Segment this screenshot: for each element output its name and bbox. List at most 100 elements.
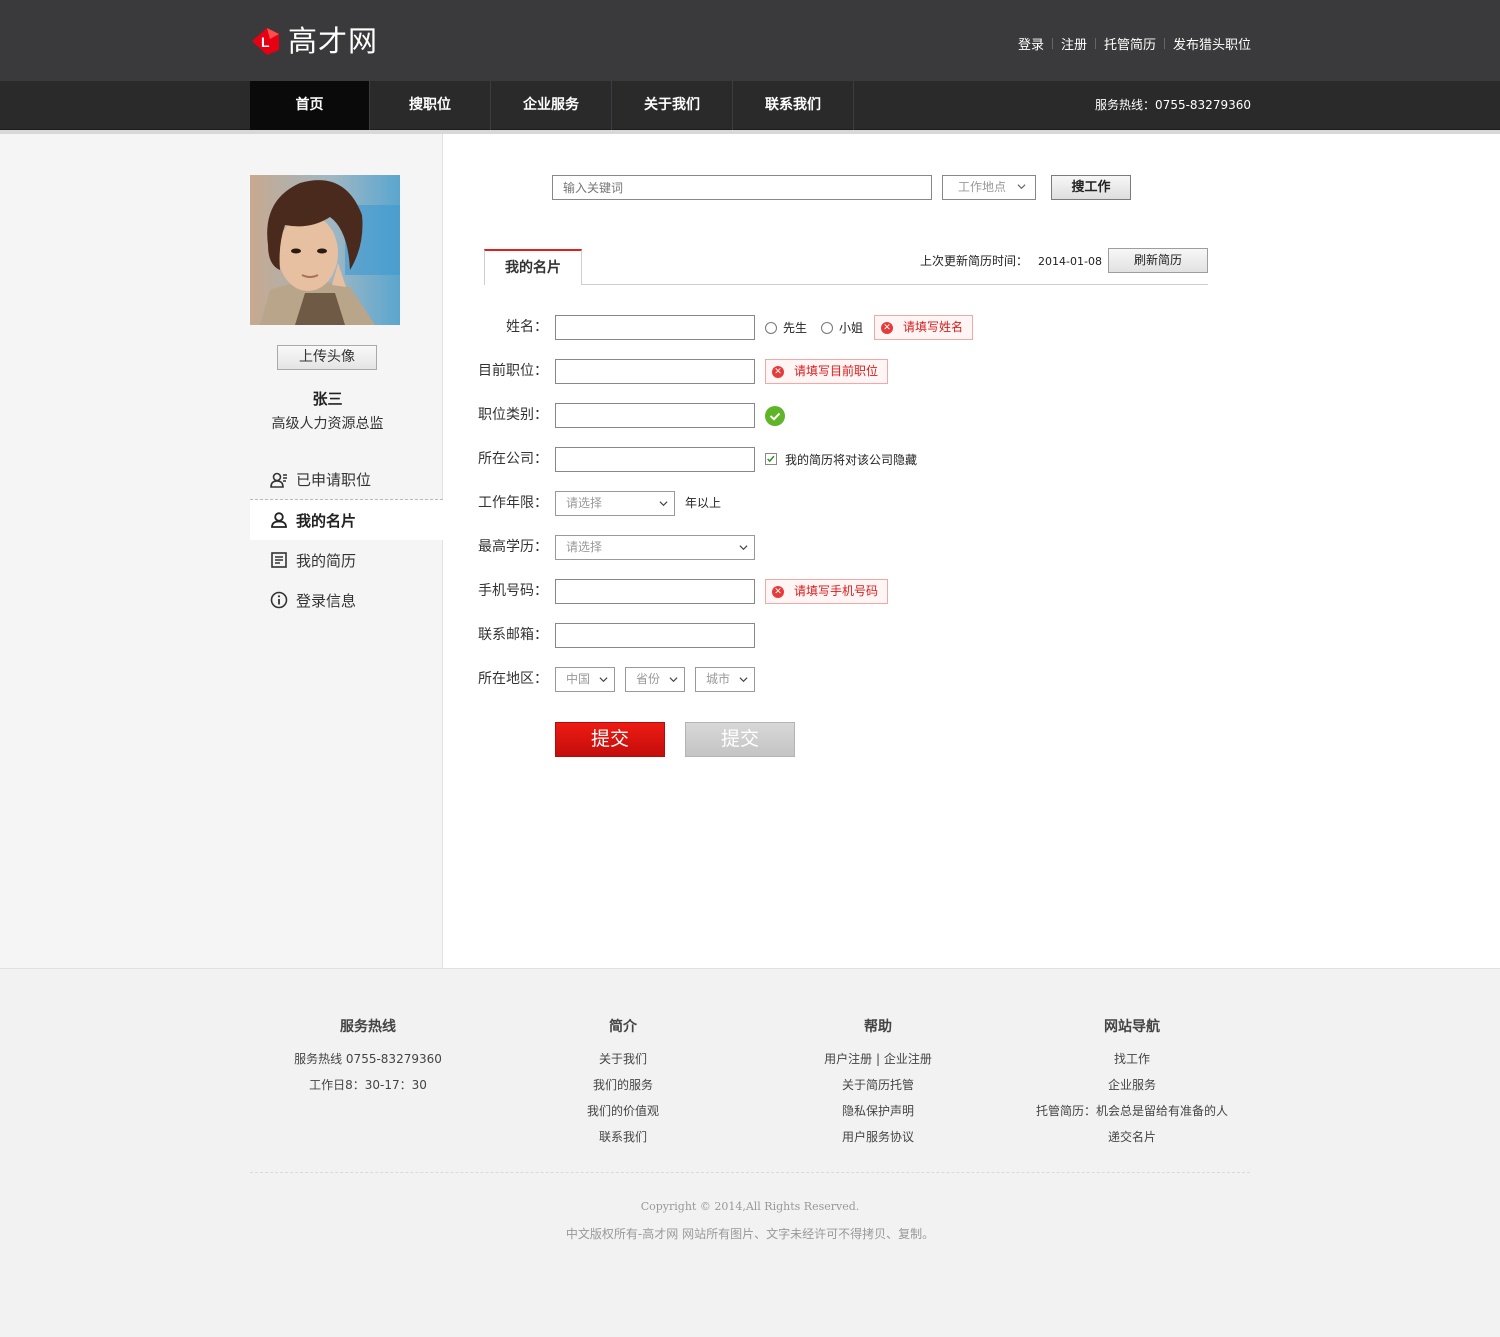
nav-item-search-jobs[interactable]: 搜职位 bbox=[370, 81, 491, 130]
nav-item-enterprise-services[interactable]: 企业服务 bbox=[491, 81, 612, 130]
chevron-down-icon bbox=[1017, 184, 1026, 190]
region-label: 所在地区： bbox=[478, 671, 548, 687]
country-value: 中国 bbox=[566, 672, 591, 686]
keyword-search-input[interactable] bbox=[552, 175, 932, 200]
province-value: 省份 bbox=[636, 672, 661, 686]
site-logo[interactable]: L 高才网 bbox=[250, 24, 378, 58]
checkbox-box bbox=[765, 453, 777, 465]
search-jobs-button[interactable]: 搜工作 bbox=[1051, 175, 1131, 200]
submit-button-disabled[interactable]: 提交 bbox=[685, 722, 795, 757]
sidebar-item-label: 登录信息 bbox=[296, 591, 357, 610]
post-headhunter-job-link[interactable]: 发布猎头职位 bbox=[1173, 34, 1251, 53]
hide-from-company-checkbox[interactable]: 我的简历将对该公司隐藏 bbox=[765, 451, 917, 467]
footer-link[interactable]: 我们的服务 bbox=[503, 1072, 743, 1098]
footer-link[interactable]: 隐私保护声明 bbox=[758, 1098, 998, 1124]
years-label: 工作年限： bbox=[478, 495, 548, 511]
work-location-select[interactable]: 工作地点 bbox=[942, 175, 1036, 200]
chevron-down-icon bbox=[669, 677, 678, 683]
footer-divider bbox=[250, 1172, 1250, 1173]
tab-my-card[interactable]: 我的名片 bbox=[484, 249, 582, 285]
sidebar-item-login-info[interactable]: 登录信息 bbox=[250, 580, 443, 620]
submit-button[interactable]: 提交 bbox=[555, 722, 665, 757]
name-field[interactable] bbox=[555, 315, 755, 340]
footer-col-help: 帮助 用户注册 | 企业注册 关于简历托管 隐私保护声明 用户服务协议 bbox=[758, 1016, 998, 1150]
user-name: 张三 bbox=[312, 390, 343, 408]
radio-circle bbox=[765, 321, 777, 334]
mobile-field[interactable] bbox=[555, 579, 755, 604]
position-label: 目前职位： bbox=[478, 363, 548, 379]
footer-col-title: 帮助 bbox=[864, 1019, 892, 1035]
footer bbox=[0, 968, 1500, 1337]
footer-link[interactable]: 用户服务协议 bbox=[758, 1124, 998, 1150]
name-error-tip: ✕ 请填写姓名 bbox=[874, 315, 974, 340]
country-select[interactable]: 中国 bbox=[555, 667, 615, 692]
footer-link[interactable]: 关于简历托管 bbox=[758, 1072, 998, 1098]
education-label: 最高学历： bbox=[478, 539, 548, 555]
user-icon bbox=[271, 512, 287, 528]
years-suffix: 年以上 bbox=[685, 496, 722, 510]
gender-radio-mr[interactable]: 先生 bbox=[765, 315, 807, 340]
years-select[interactable]: 请选择 bbox=[555, 491, 675, 516]
education-select[interactable]: 请选择 bbox=[555, 535, 755, 560]
company-label: 所在公司： bbox=[478, 451, 548, 467]
radio-circle bbox=[821, 321, 833, 334]
position-error-tip: ✕ 请填写目前职位 bbox=[765, 359, 889, 384]
footer-link[interactable]: 用户注册 | 企业注册 bbox=[758, 1046, 998, 1072]
chevron-down-icon bbox=[659, 501, 668, 507]
avatar-photo bbox=[250, 175, 400, 325]
nav-item-contact-us[interactable]: 联系我们 bbox=[733, 81, 854, 130]
login-link[interactable]: 登录 bbox=[1018, 34, 1044, 53]
work-location-value: 工作地点 bbox=[958, 180, 1007, 194]
footer-link[interactable]: 关于我们 bbox=[503, 1046, 743, 1072]
logo-icon: L bbox=[252, 28, 279, 55]
service-hotline: 服务热线：0755-83279360 bbox=[1095, 98, 1251, 112]
name-label: 姓名： bbox=[506, 319, 548, 335]
gender-radio-ms[interactable]: 小姐 bbox=[821, 315, 863, 340]
email-field[interactable] bbox=[555, 623, 755, 648]
last-update-label: 上次更新简历时间： bbox=[920, 254, 1029, 268]
sidebar-menu: 已申请职位 我的名片 我的简历 登录信息 bbox=[250, 460, 443, 620]
city-select[interactable]: 城市 bbox=[695, 667, 755, 692]
footer-link[interactable]: 递交名片 bbox=[1012, 1124, 1252, 1150]
education-value: 请选择 bbox=[566, 540, 603, 554]
error-text: 请填写目前职位 bbox=[794, 364, 879, 378]
chevron-down-icon bbox=[739, 545, 748, 551]
top-links: 登录 注册 托管简历 发布猎头职位 bbox=[1018, 34, 1251, 53]
register-link[interactable]: 注册 bbox=[1061, 34, 1087, 53]
footer-link[interactable]: 企业服务 bbox=[1012, 1072, 1252, 1098]
refresh-resume-button[interactable]: 刷新简历 bbox=[1108, 248, 1208, 273]
footer-link[interactable]: 联系我们 bbox=[503, 1124, 743, 1150]
error-icon: ✕ bbox=[881, 322, 893, 334]
sidebar-item-my-card[interactable]: 我的名片 bbox=[250, 500, 443, 540]
nav-item-about-us[interactable]: 关于我们 bbox=[612, 81, 733, 130]
error-icon: ✕ bbox=[772, 366, 784, 378]
footer-col-title: 服务热线 bbox=[340, 1019, 396, 1035]
nav-item-home[interactable]: 首页 bbox=[250, 81, 370, 130]
category-field[interactable] bbox=[555, 403, 755, 428]
upload-avatar-button[interactable]: 上传头像 bbox=[277, 345, 377, 370]
main-nav: 首页 搜职位 企业服务 关于我们 联系我们 服务热线：0755-83279360 bbox=[0, 81, 1500, 134]
host-resume-link[interactable]: 托管简历 bbox=[1104, 34, 1156, 53]
footer-link[interactable]: 找工作 bbox=[1012, 1046, 1252, 1072]
footer-link[interactable]: 我们的价值观 bbox=[503, 1098, 743, 1124]
footer-text: 服务热线 0755-83279360 bbox=[294, 1052, 442, 1066]
check-ok-icon bbox=[765, 406, 785, 426]
user-title: 高级人力资源总监 bbox=[271, 416, 384, 432]
sidebar-item-my-resume[interactable]: 我的简历 bbox=[250, 540, 443, 580]
sidebar-item-applied-jobs[interactable]: 已申请职位 bbox=[250, 460, 443, 500]
avatar bbox=[250, 175, 400, 325]
sidebar-item-label: 我的名片 bbox=[296, 511, 357, 530]
sidebar-item-label: 已申请职位 bbox=[296, 471, 372, 489]
footer-col-sitenav: 网站导航 找工作 企业服务 托管简历：机会总是留给有准备的人 递交名片 bbox=[1012, 1016, 1252, 1150]
divider bbox=[1051, 38, 1053, 49]
logo-text: 高才网 bbox=[288, 24, 379, 58]
position-field[interactable] bbox=[555, 359, 755, 384]
footer-link[interactable]: 托管简历：机会总是留给有准备的人 bbox=[1012, 1098, 1252, 1124]
radio-label: 先生 bbox=[783, 321, 808, 335]
province-select[interactable]: 省份 bbox=[625, 667, 685, 692]
company-field[interactable] bbox=[555, 447, 755, 472]
nav-list: 首页 搜职位 企业服务 关于我们 联系我们 bbox=[250, 81, 854, 130]
last-update: 上次更新简历时间： 2014-01-08 bbox=[920, 252, 1102, 270]
mobile-label: 手机号码： bbox=[478, 583, 548, 599]
category-label: 职位类别： bbox=[478, 407, 548, 423]
